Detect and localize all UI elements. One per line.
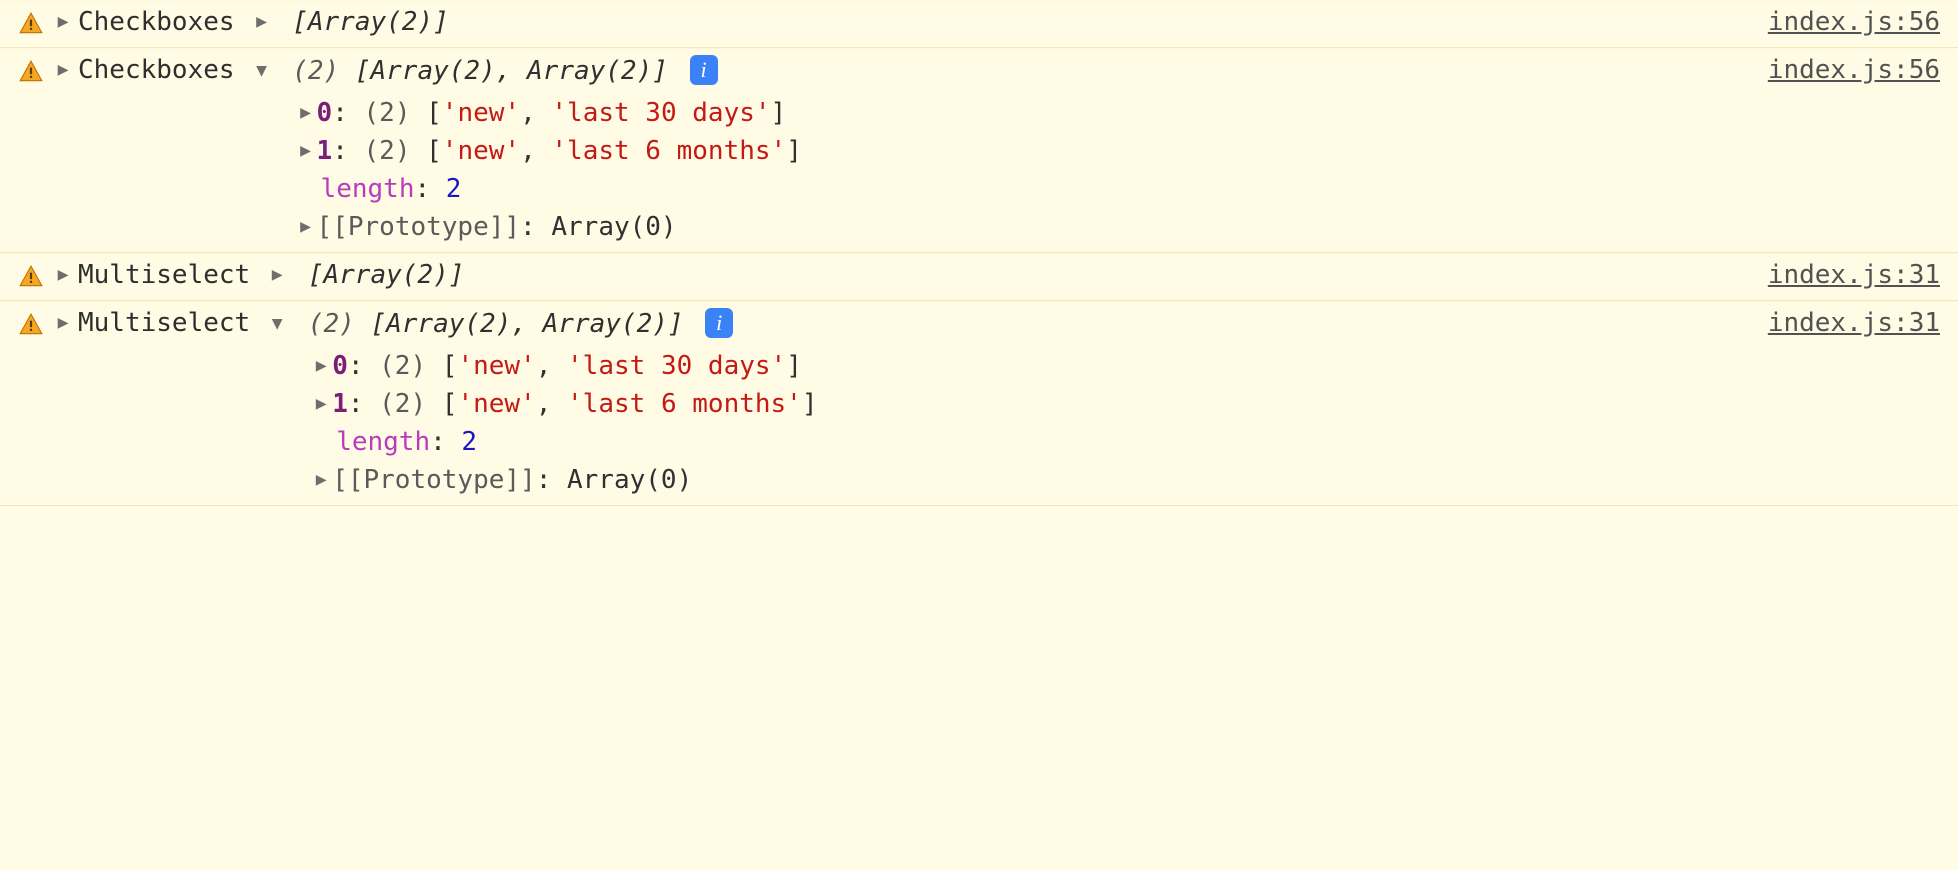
log-label: Checkboxes (78, 55, 235, 85)
string-value: 'new' (457, 351, 535, 381)
prototype-line[interactable]: [[Prototype]]: Array(0) (253, 208, 1748, 246)
console-row: Checkboxes [Array(2)] index.js:56 (0, 0, 1958, 48)
string-value: 'last 6 months' (567, 389, 802, 419)
item-count: (2) (379, 351, 426, 381)
log-label: Multiselect (78, 260, 250, 290)
item-count: (2) (364, 136, 411, 166)
array-children: 0: (2) ['new', 'last 30 days'] 1: (2) ['… (253, 94, 1748, 246)
string-value: 'last 30 days' (551, 98, 770, 128)
item-disclosure-icon[interactable] (297, 98, 315, 128)
item-index: 0 (332, 351, 348, 381)
source-link[interactable]: index.js:56 (1768, 7, 1940, 37)
array-summary[interactable]: [Array(2)] (308, 260, 465, 290)
info-icon[interactable]: i (705, 308, 733, 338)
length-value: 2 (446, 174, 462, 204)
array-summary[interactable]: [Array(2)] (292, 7, 449, 37)
item-index: 1 (317, 136, 333, 166)
log-label: Multiselect (78, 308, 250, 338)
object-disclosure-icon[interactable] (268, 309, 286, 339)
info-icon[interactable]: i (690, 55, 718, 85)
array-item[interactable]: 0: (2) ['new', 'last 30 days'] (268, 347, 1748, 385)
length-line: length: 2 (268, 423, 1748, 461)
array-children: 0: (2) ['new', 'last 30 days'] 1: (2) ['… (268, 347, 1748, 499)
item-disclosure-icon[interactable] (312, 389, 330, 419)
warning-icon (18, 11, 44, 37)
log-value: [Array(2)] (268, 260, 1748, 290)
log-label: Checkboxes (78, 7, 235, 37)
disclosure-triangle-icon[interactable] (54, 7, 72, 37)
prototype-line[interactable]: [[Prototype]]: Array(0) (268, 461, 1748, 499)
prototype-value: Array(0) (567, 465, 692, 495)
item-count: (2) (379, 389, 426, 419)
item-count: (2) (364, 98, 411, 128)
string-value: 'last 30 days' (567, 351, 786, 381)
item-index: 1 (332, 389, 348, 419)
console-row: Multiselect [Array(2)] index.js:31 (0, 253, 1958, 301)
length-key: length (336, 427, 430, 457)
array-item[interactable]: 1: (2) ['new', 'last 6 months'] (268, 385, 1748, 423)
string-value: 'new' (442, 136, 520, 166)
string-value: 'new' (442, 98, 520, 128)
prototype-key: [[Prototype]] (332, 465, 536, 495)
length-line: length: 2 (253, 170, 1748, 208)
disclosure-triangle-icon[interactable] (54, 260, 72, 290)
array-summary[interactable]: [Array(2), Array(2)] (370, 309, 683, 339)
item-disclosure-icon[interactable] (297, 212, 315, 242)
console-row: Multiselect (2) [Array(2), Array(2)] i 0… (0, 301, 1958, 506)
disclosure-triangle-icon[interactable] (54, 308, 72, 338)
array-item[interactable]: 0: (2) ['new', 'last 30 days'] (253, 94, 1748, 132)
log-value: (2) [Array(2), Array(2)] i 0: (2) ['new'… (268, 308, 1748, 499)
array-count: (2) (308, 309, 355, 339)
object-disclosure-icon[interactable] (253, 7, 271, 37)
array-summary[interactable]: [Array(2), Array(2)] (355, 56, 668, 86)
console-row: Checkboxes (2) [Array(2), Array(2)] i 0:… (0, 48, 1958, 253)
object-disclosure-icon[interactable] (253, 56, 271, 86)
string-value: 'last 6 months' (551, 136, 786, 166)
item-index: 0 (317, 98, 333, 128)
length-value: 2 (461, 427, 477, 457)
warning-icon (18, 312, 44, 338)
log-value: (2) [Array(2), Array(2)] i 0: (2) ['new'… (253, 55, 1748, 246)
length-key: length (321, 174, 415, 204)
object-disclosure-icon[interactable] (268, 260, 286, 290)
item-disclosure-icon[interactable] (297, 136, 315, 166)
log-value: [Array(2)] (253, 7, 1748, 37)
array-item[interactable]: 1: (2) ['new', 'last 6 months'] (253, 132, 1748, 170)
warning-icon (18, 59, 44, 85)
prototype-value: Array(0) (551, 212, 676, 242)
source-link[interactable]: index.js:31 (1768, 260, 1940, 290)
array-count: (2) (292, 56, 339, 86)
source-link[interactable]: index.js:56 (1768, 55, 1940, 85)
disclosure-triangle-icon[interactable] (54, 55, 72, 85)
item-disclosure-icon[interactable] (312, 465, 330, 495)
warning-icon (18, 264, 44, 290)
prototype-key: [[Prototype]] (317, 212, 521, 242)
source-link[interactable]: index.js:31 (1768, 308, 1940, 338)
item-disclosure-icon[interactable] (312, 351, 330, 381)
string-value: 'new' (457, 389, 535, 419)
